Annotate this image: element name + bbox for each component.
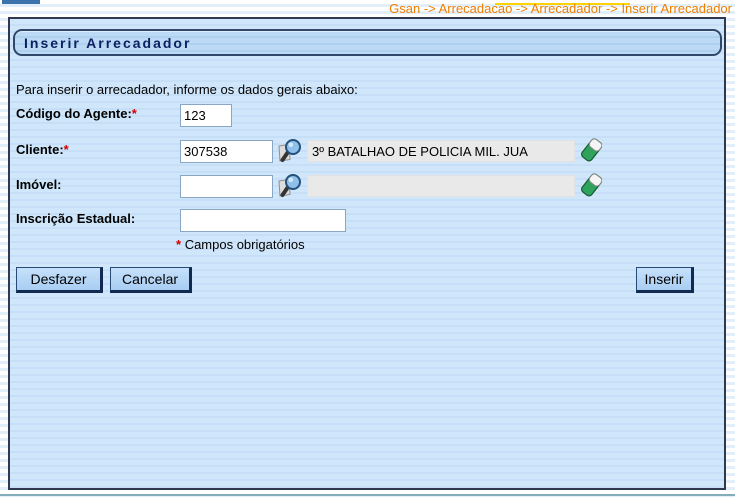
search-icon [277,138,301,162]
imovel-erase-button[interactable] [578,171,604,199]
codigo-agente-label: Código do Agente:* [16,106,137,121]
instruction-text: Para inserir o arrecadador, informe os d… [16,82,358,97]
cliente-input[interactable] [180,140,273,163]
inscricao-estadual-label: Inscrição Estadual: [16,211,136,226]
page-title-bar: Inserir Arrecadador [13,29,722,56]
page-title: Inserir Arrecadador [24,34,192,51]
eraser-icon [580,172,602,196]
imovel-search-button[interactable] [276,172,302,200]
cliente-search-button[interactable] [276,137,302,165]
page: Gsan -> Arrecadacao -> Arrecadador -> In… [0,0,735,499]
desfazer-button[interactable]: Desfazer [16,267,103,293]
required-marker: * [63,142,69,157]
inserir-button[interactable]: Inserir [636,267,694,293]
required-marker: * [131,106,137,121]
eraser-icon [580,137,602,161]
imovel-input[interactable] [180,175,273,198]
top-accent-bar [2,0,40,4]
breadcrumb[interactable]: Gsan -> Arrecadacao -> Arrecadador -> In… [389,1,732,16]
cliente-display: 3º BATALHAO DE POLICIA MIL. JUA [307,140,575,162]
cancelar-button[interactable]: Cancelar [110,267,192,293]
codigo-agente-input[interactable] [180,104,232,127]
required-marker: * [176,237,182,252]
cliente-erase-button[interactable] [578,136,604,164]
footer-divider [0,494,735,496]
inscricao-estadual-input[interactable] [180,209,346,232]
required-note: * Campos obrigatórios [176,237,305,252]
search-icon [277,173,301,197]
imovel-display [307,175,575,197]
cliente-label: Cliente:* [16,142,69,157]
imovel-label: Imóvel: [16,177,62,192]
